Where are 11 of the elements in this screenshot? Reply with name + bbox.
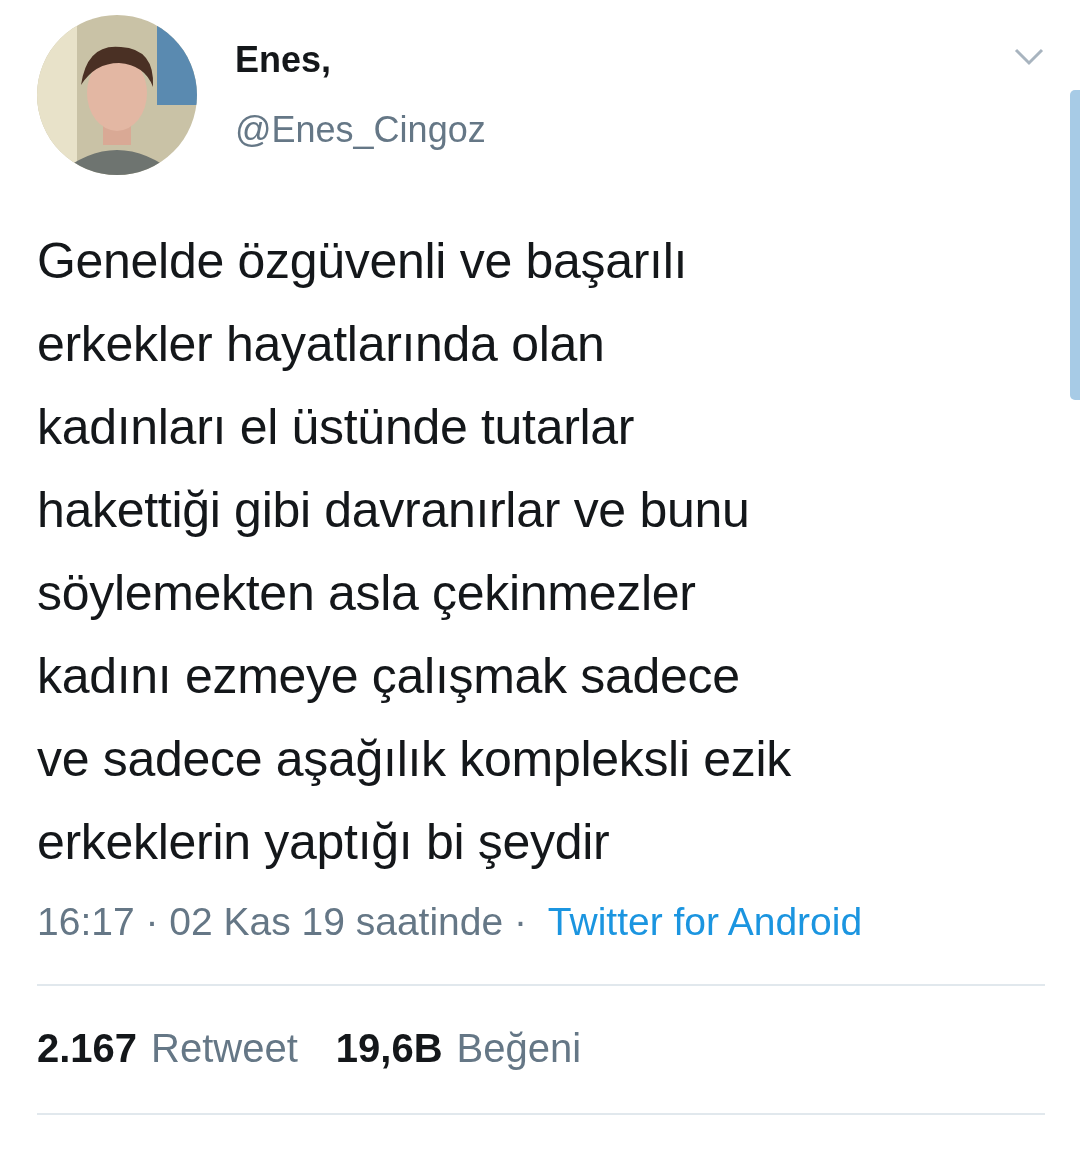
source-link[interactable]: Twitter for Android xyxy=(547,900,863,943)
scrollbar[interactable] xyxy=(1070,90,1080,400)
stat-count: 2.167 xyxy=(37,1026,138,1071)
stat-count: 19,6B xyxy=(335,1026,443,1071)
user-name: Enes, xyxy=(235,39,333,81)
user-handle: @Enes_Cingoz xyxy=(235,109,486,151)
chevron-down-icon[interactable] xyxy=(1014,48,1044,66)
tweet-text: Genelde özgüvenli ve başarılı erkekler hayatlarında olan kadınları el üstünde tutarlar hakettiği gibi davranırlar ve bunu söylemekten asla çekinmezler kadını ezmeye çalışmak sadece ve sadece aşağılık kompleksli ezik erkeklerin yaptığı bi şeydir xyxy=(37,232,793,872)
stat-label[interactable]: Retweet xyxy=(151,1026,298,1071)
tweet-timestamp: 16:17 · 02 Kas 19 saatinde · xyxy=(37,900,527,943)
stat-label[interactable]: Beğeni xyxy=(456,1026,582,1071)
